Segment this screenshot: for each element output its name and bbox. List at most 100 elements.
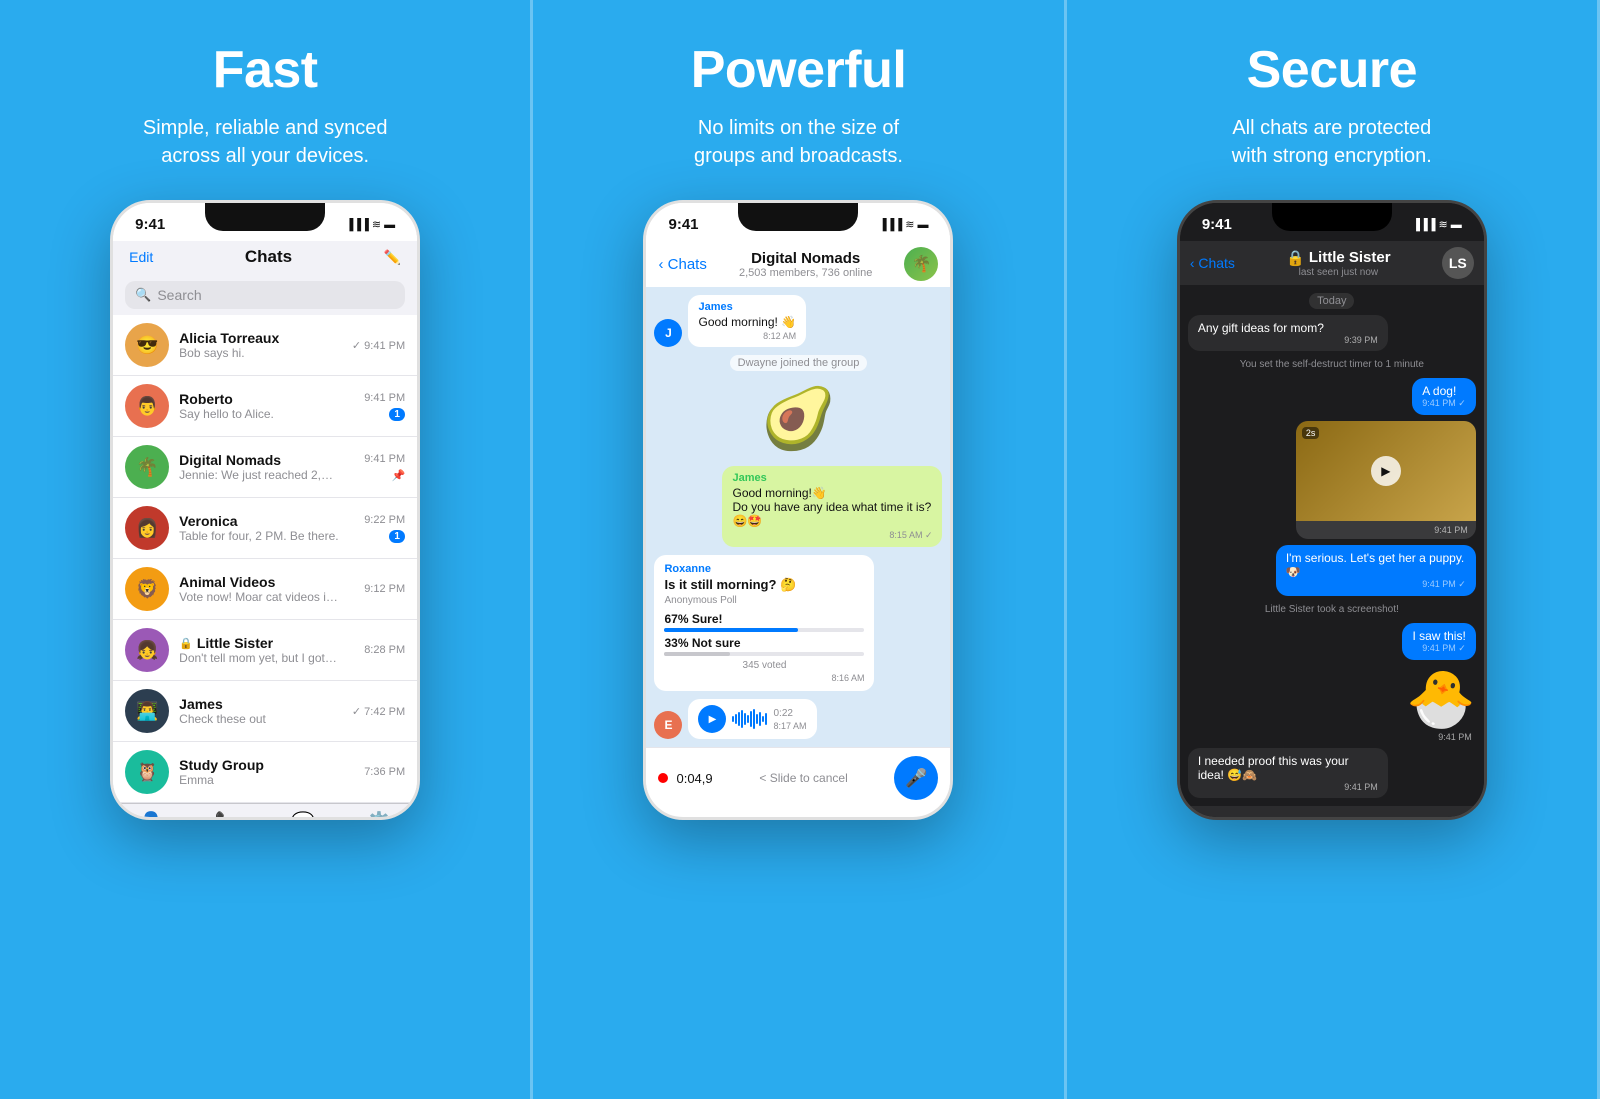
bubble-sender-james: James <box>698 301 796 313</box>
wave-bar <box>753 709 755 729</box>
chats-header: Edit Chats ✏️ <box>113 241 417 275</box>
mic-icon[interactable]: 🎤 <box>1454 815 1474 821</box>
time-gift: 9:39 PM <box>1198 335 1378 345</box>
chat-info-alicia: Alicia Torreaux Bob says hi. <box>179 330 342 360</box>
wave-bar <box>756 714 758 724</box>
chat-name-james: James <box>179 696 342 712</box>
group-avatar[interactable]: 🌴 <box>904 247 938 281</box>
panel-powerful-title: Powerful <box>691 40 907 100</box>
avatar-animal-videos: 🦁 <box>125 567 169 611</box>
poll-bar-bg-1 <box>664 628 864 632</box>
bubble-time-james-2: 8:15 AM ✓ <box>732 530 932 541</box>
tab-settings[interactable]: ⚙️ Settings <box>341 810 417 820</box>
bubble-dog: A dog! 9:41 PM ✓ <box>1412 378 1476 415</box>
bubble-text-james-2: Good morning!👋Do you have any idea what … <box>732 486 931 528</box>
attach-icon[interactable]: 📎 <box>1190 814 1212 820</box>
dark-last-seen: last seen just now <box>1241 267 1436 278</box>
chat-badge-veronica: 1 <box>389 530 405 543</box>
day-label: Today <box>1309 293 1354 309</box>
panel-secure: Secure All chats are protectedwith stron… <box>1067 0 1600 1099</box>
status-time-secure: 9:41 <box>1202 216 1232 233</box>
bubble-time-james-1: 8:12 AM <box>698 331 796 341</box>
chat-time-james: ✓ 7:42 PM <box>352 705 405 718</box>
poll-bubble: Roxanne Is it still morning? 🤔 Anonymous… <box>654 555 874 691</box>
avatar-little-sister: 👧 <box>125 628 169 672</box>
avatar-study-group: 🦉 <box>125 750 169 794</box>
sticker-chick: 🐣 9:41 PM <box>1188 666 1476 742</box>
notch-powerful <box>738 203 858 231</box>
wave-bar <box>744 713 746 725</box>
video-badge: 2s <box>1302 427 1320 439</box>
chat-preview-veronica: Table for four, 2 PM. Be there. <box>179 529 339 543</box>
chat-item-alicia[interactable]: 😎 Alicia Torreaux Bob says hi. ✓ 9:41 PM <box>113 315 417 376</box>
wave-bar <box>732 716 734 722</box>
video-play-btn[interactable]: ▶ <box>1371 456 1401 486</box>
group-back-btn[interactable]: ‹ Chats <box>658 256 706 273</box>
chat-item-animal-videos[interactable]: 🦁 Animal Videos Vote now! Moar cat video… <box>113 559 417 620</box>
tab-chats[interactable]: 💬 Chats <box>265 810 341 820</box>
avatar-alicia: 😎 <box>125 323 169 367</box>
bubble-text-james-1: Good morning! 👋 <box>698 315 796 329</box>
chat-time-veronica: 9:22 PM <box>364 514 405 526</box>
dark-chat-header: ‹ Chats 🔒 Little Sister last seen just n… <box>1180 241 1484 285</box>
search-icon: 🔍 <box>135 287 151 303</box>
sticker-avocado: 🥑 <box>654 383 942 454</box>
panel-secure-subtitle: All chats are protectedwith strong encry… <box>1232 114 1432 170</box>
chat-item-study-group[interactable]: 🦉 Study Group Emma 7:36 PM <box>113 742 417 803</box>
status-time-fast: 9:41 <box>135 216 165 233</box>
status-icons-secure: ▐▐▐ ≋ ▬ <box>1412 218 1462 231</box>
contacts-icon: 👤 <box>139 810 164 820</box>
recording-dot <box>658 773 668 783</box>
group-chat-messages: J James Good morning! 👋 8:12 AM Dwayne j… <box>646 287 950 747</box>
panel-fast-title: Fast <box>213 40 318 100</box>
chat-time-roberto: 9:41 PM <box>364 392 405 404</box>
tab-bar: 👤 Contacts 📞 Calls 💬 Chats ⚙️ Settings <box>113 803 417 820</box>
video-preview: 2s ▶ <box>1296 421 1476 521</box>
chats-compose-btn[interactable]: ✏️ <box>384 249 401 266</box>
group-name: Digital Nomads <box>715 250 897 267</box>
chat-item-james[interactable]: 👨‍💻 James Check these out ✓ 7:42 PM <box>113 681 417 742</box>
timer-icon[interactable]: ⏱ <box>1435 816 1447 821</box>
chat-item-digital-nomads[interactable]: 🌴 Digital Nomads Jennie: We just reached… <box>113 437 417 498</box>
chat-time-alicia: ✓ 9:41 PM <box>352 339 405 352</box>
chat-info-james: James Check these out <box>179 696 342 726</box>
wave-bar <box>759 712 761 726</box>
chat-item-roberto[interactable]: 👨 Roberto Say hello to Alice. 9:41 PM 1 <box>113 376 417 437</box>
group-chat-header: ‹ Chats Digital Nomads 2,503 members, 73… <box>646 241 950 287</box>
poll-question: Is it still morning? 🤔 <box>664 577 864 593</box>
chat-item-veronica[interactable]: 👩 Veronica Table for four, 2 PM. Be ther… <box>113 498 417 559</box>
poll-bar-fill-1 <box>664 628 798 632</box>
dark-back-btn[interactable]: ‹ Chats <box>1190 255 1235 271</box>
mic-button[interactable]: 🎤 <box>894 756 938 800</box>
panel-powerful-subtitle: No limits on the size ofgroups and broad… <box>694 114 903 170</box>
panel-powerful: Powerful No limits on the size ofgroups … <box>533 0 1066 1099</box>
bubble-gift-ideas: Any gift ideas for mom? 9:39 PM <box>1188 315 1388 351</box>
time-serious: 9:41 PM ✓ <box>1286 579 1466 590</box>
chat-meta-animal-videos: 9:12 PM <box>364 583 405 595</box>
wave-bar <box>735 714 737 724</box>
dark-action-icons: 1m ⏱ 🎤 <box>1414 815 1474 821</box>
poll-option-2[interactable]: 33% Not sure <box>664 636 864 656</box>
phone-fast: 9:41 ▐▐▐ ≋ ▬ Edit Chats ✏️ 🔍 Search 😎 Al… <box>110 200 420 820</box>
bubble-saw: I saw this! 9:41 PM ✓ <box>1402 623 1475 660</box>
message-input[interactable]: Message <box>1220 817 1406 821</box>
wave-bar <box>747 715 749 723</box>
tab-calls[interactable]: 📞 Calls <box>189 810 265 820</box>
search-input[interactable]: 🔍 Search <box>125 281 405 309</box>
chat-meta-alicia: ✓ 9:41 PM <box>352 339 405 352</box>
system-msg-dwayne: Dwayne joined the group <box>730 355 868 371</box>
chats-edit-btn[interactable]: Edit <box>129 249 153 265</box>
chat-preview-digital-nomads: Jennie: We just reached 2,500 members! W… <box>179 468 339 482</box>
dark-chat-name: 🔒 Little Sister <box>1241 249 1436 267</box>
bubble-james-2: James Good morning!👋Do you have any idea… <box>722 466 942 547</box>
chat-name-roberto: Roberto <box>179 391 354 407</box>
notch-secure <box>1272 203 1392 231</box>
chat-info-little-sister: 🔒 Little Sister Don't tell mom yet, but … <box>179 635 354 665</box>
time-dog: 9:41 PM ✓ <box>1422 398 1466 409</box>
poll-option-1[interactable]: 67% Sure! <box>664 612 864 632</box>
poll-bar-bg-2 <box>664 652 864 656</box>
play-button[interactable]: ▶ <box>698 705 726 733</box>
tab-contacts[interactable]: 👤 Contacts <box>113 810 189 820</box>
james-avatar-sm: J <box>654 319 682 347</box>
chat-item-little-sister[interactable]: 👧 🔒 Little Sister Don't tell mom yet, bu… <box>113 620 417 681</box>
